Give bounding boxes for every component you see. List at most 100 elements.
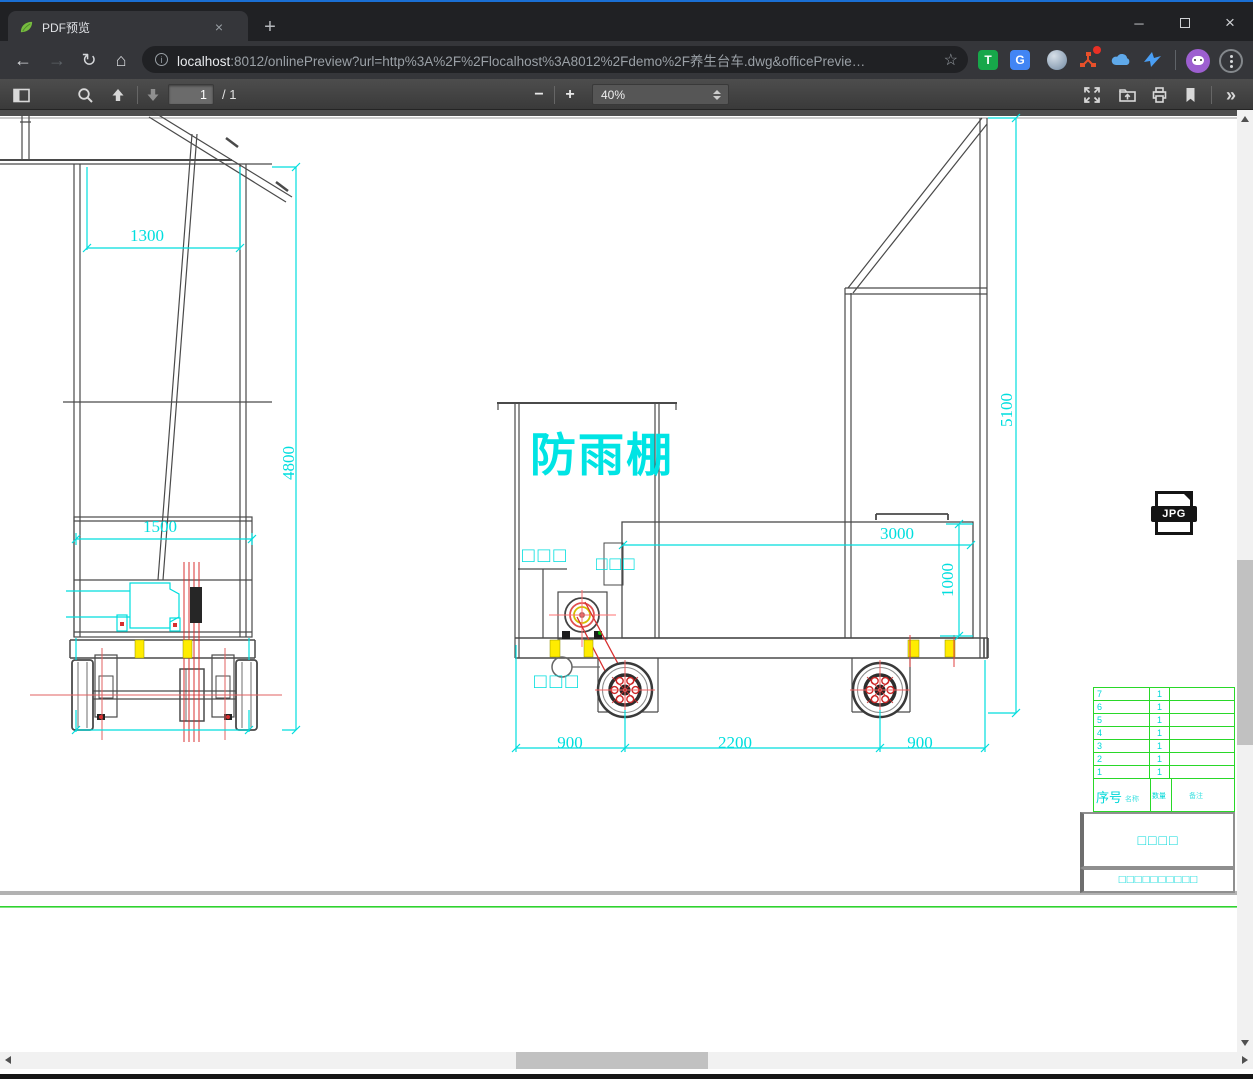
zoom-level-select[interactable]: 40%	[592, 84, 729, 105]
presentation-mode-button[interactable]	[1079, 84, 1105, 106]
zoom-level-value: 40%	[601, 87, 626, 102]
menu-dot	[1229, 54, 1233, 58]
tab-strip: PDF预览 × + ─ ×	[0, 2, 1253, 43]
tab-pdf-preview[interactable]: PDF预览 ×	[8, 11, 248, 43]
dim-label-900-right: 900	[907, 733, 933, 752]
menu-dot	[1229, 59, 1233, 63]
select-spinner-icon	[713, 89, 721, 100]
new-tab-button[interactable]: +	[256, 14, 284, 40]
more-tools-button[interactable]: »	[1218, 84, 1244, 106]
page-number-input[interactable]: 1	[168, 84, 214, 105]
forward-button[interactable]: →	[42, 45, 72, 75]
back-button[interactable]: ←	[8, 45, 38, 75]
extension-badge	[1093, 46, 1101, 54]
url-path: :8012/onlinePreview?url=http%3A%2F%2Floc…	[230, 53, 866, 69]
dim-label-900-left: 900	[557, 733, 583, 752]
coupling-block	[190, 587, 202, 623]
dim-label-2200: 2200	[718, 733, 752, 752]
cad-drawing	[0, 110, 1237, 908]
sheet-top-edge	[0, 110, 1237, 119]
sheet-green-line	[0, 906, 1237, 908]
front-view-red-centerlines	[30, 562, 282, 742]
horizontal-scrollbar-thumb[interactable]	[516, 1052, 708, 1069]
browser-menu-button[interactable]	[1219, 49, 1243, 73]
next-page-button[interactable]	[140, 84, 166, 106]
glyph-row-2: □□□	[596, 554, 637, 575]
table-row: 41	[1094, 727, 1234, 740]
vertical-scrollbar[interactable]	[1237, 110, 1253, 1052]
tampermonkey-extension-icon[interactable]: T	[978, 50, 998, 70]
jpg-file-icon: JPG	[1151, 491, 1197, 535]
avatar-eye-right	[1200, 59, 1202, 61]
address-bar[interactable]: i localhost:8012/onlinePreview?url=http%…	[142, 46, 968, 73]
site-info-icon[interactable]: i	[155, 53, 168, 66]
scroll-down-arrow[interactable]	[1241, 1040, 1249, 1046]
bookmark-star-icon[interactable]: ☆	[944, 50, 958, 70]
glyph-row-3: □□□	[534, 670, 582, 693]
home-button[interactable]: ⌂	[106, 45, 136, 75]
cloud-extension-icon[interactable]	[1110, 50, 1132, 70]
profile-avatar[interactable]	[1186, 49, 1210, 73]
dim-label-1300: 1300	[130, 226, 164, 245]
menu-dot	[1229, 64, 1233, 68]
page-count-label: / 1	[222, 87, 237, 102]
grid-line	[1150, 779, 1151, 811]
sidebar-toggle-button[interactable]	[8, 84, 34, 106]
glyph-row-1: □□□	[522, 544, 570, 567]
dim-label-4800: 4800	[279, 446, 298, 480]
dim-label-1000: 1000	[938, 563, 957, 597]
anchor-mark	[173, 623, 177, 627]
anchor-mark	[120, 622, 124, 626]
print-button[interactable]	[1146, 84, 1172, 106]
maximize-button[interactable]	[1162, 4, 1208, 42]
header-name: 名称	[1125, 796, 1139, 803]
dim-label-1500: 1500	[143, 517, 177, 536]
open-file-button[interactable]	[1114, 84, 1140, 106]
title-block-header: 序号 名称 数量 备注	[1094, 779, 1234, 811]
front-view	[0, 110, 293, 731]
scroll-right-arrow[interactable]	[1242, 1056, 1248, 1064]
avatar-eye-left	[1194, 59, 1196, 61]
dim-label-3000: 3000	[880, 524, 914, 543]
translate-extension-icon[interactable]: G	[1010, 50, 1030, 70]
close-window-button[interactable]: ×	[1207, 4, 1253, 42]
side-view	[497, 117, 989, 713]
pdf-page: 1300 4800 1500 5100 3000 1000 900 2200 9…	[0, 110, 1237, 1052]
minimize-button[interactable]: ─	[1116, 4, 1162, 42]
reload-button[interactable]: ↻	[74, 45, 104, 75]
url-text: localhost:8012/onlinePreview?url=http%3A…	[177, 50, 934, 70]
search-button[interactable]	[72, 84, 98, 106]
dim-label-5100: 5100	[997, 393, 1016, 427]
table-row: 21	[1094, 753, 1234, 766]
drawing-subtitle: □□□□	[1137, 832, 1180, 848]
tab-close-icon[interactable]: ×	[210, 18, 228, 36]
drawing-footer: □□□□□□□□□□	[1118, 874, 1199, 886]
horizontal-scrollbar[interactable]	[0, 1052, 1253, 1069]
previous-page-button[interactable]	[105, 84, 131, 106]
toolbar-separator	[554, 86, 555, 104]
header-remark: 备注	[1189, 793, 1203, 800]
vertical-scrollbar-thumb[interactable]	[1237, 560, 1253, 745]
window-bottom-edge	[0, 1074, 1253, 1079]
maximize-icon	[1180, 18, 1190, 28]
scroll-up-arrow[interactable]	[1241, 116, 1249, 122]
table-row: 71	[1094, 688, 1234, 701]
scroll-left-arrow[interactable]	[5, 1056, 11, 1064]
bird-extension-icon[interactable]	[1142, 50, 1162, 70]
table-row: 31	[1094, 740, 1234, 753]
jpg-fold-corner	[1181, 491, 1193, 503]
toolbar-separator	[1175, 50, 1176, 70]
sitemap-extension-icon[interactable]	[1078, 46, 1101, 70]
front-view-yellow-clamps	[134, 639, 193, 659]
header-no: 序号	[1096, 790, 1123, 805]
browser-window: PDF预览 × + ─ × ← → ↻ ⌂ i localhost:8012/o…	[0, 0, 1253, 1079]
table-row: 61	[1094, 701, 1234, 714]
sheet-bottom-border	[0, 891, 1237, 895]
zoom-in-button[interactable]: +	[557, 84, 583, 106]
zoom-out-button[interactable]: −	[526, 84, 552, 106]
header-qty: 数量	[1152, 793, 1166, 800]
title-block-footer-box: □□□□□□□□□□	[1080, 868, 1235, 893]
orb-extension-icon[interactable]	[1047, 50, 1067, 70]
bookmark-button[interactable]	[1177, 84, 1203, 106]
table-row: 11	[1094, 766, 1234, 779]
